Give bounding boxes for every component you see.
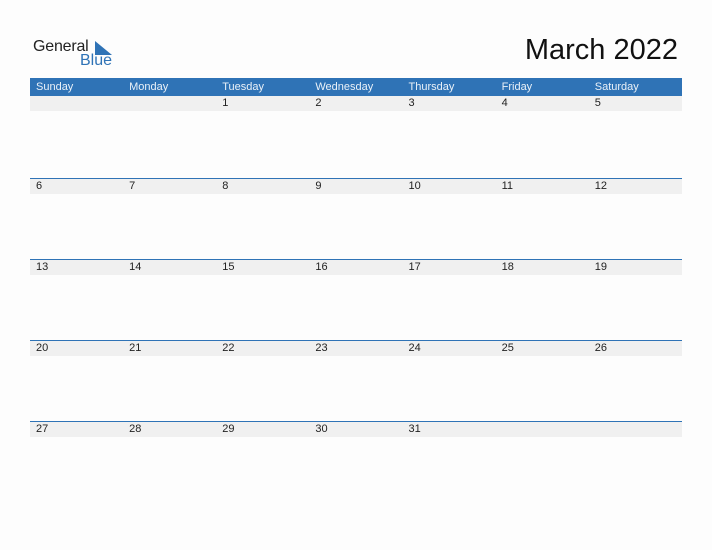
weekday-monday: Monday [129,81,169,93]
day-cell: 23 [315,342,328,354]
day-cell: 21 [129,342,142,354]
weekday-tuesday: Tuesday [222,81,265,93]
day-cell: 4 [501,97,508,109]
day-cell: 15 [222,261,235,273]
day-cell: 8 [222,180,229,192]
day-cell [123,96,216,111]
week-row: 1 2 3 4 5 [30,96,682,178]
day-cell: 17 [408,261,421,273]
day-cell: 18 [501,261,514,273]
weekday-sunday: Sunday [36,81,74,93]
day-cell: 24 [408,342,421,354]
logo-text-blue: Blue [80,52,113,69]
day-cell [30,96,123,111]
date-number-bar: 13 14 15 16 17 18 19 [30,260,682,275]
calendar-grid: Sunday Monday Tuesday Wednesday Thursday… [30,78,682,502]
week-row: 6 7 8 9 10 11 12 [30,178,682,259]
calendar-title: March 2022 [524,34,678,66]
day-cell [496,422,589,437]
date-number-bar: 27 28 29 30 31 [30,422,682,437]
day-cell: 10 [408,180,421,192]
day-cell: 13 [36,261,49,273]
weekday-saturday: Saturday [594,81,639,93]
day-cell: 19 [594,261,607,273]
day-cell: 26 [594,342,607,354]
day-cell: 31 [408,423,421,435]
week-row: 13 14 15 16 17 18 19 [30,259,682,340]
day-cell: 1 [222,97,229,109]
weekday-header: Sunday Monday Tuesday Wednesday Thursday… [30,78,682,96]
day-cell: 11 [501,180,514,192]
day-cell: 14 [129,261,142,273]
day-cell: 2 [315,97,322,109]
date-number-bar: 20 21 22 23 24 25 26 [30,341,682,356]
week-row: 20 21 22 23 24 25 26 [30,340,682,421]
date-number-bar: 1 2 3 4 5 [30,96,682,111]
day-cell: 27 [36,423,49,435]
day-cell: 29 [222,423,235,435]
day-cell: 30 [315,423,328,435]
day-cell: 28 [129,423,142,435]
date-number-bar: 6 7 8 9 10 11 12 [30,179,682,194]
weekday-friday: Friday [501,81,533,93]
week-row: 27 28 29 30 31 [30,421,682,502]
day-cell: 22 [222,342,235,354]
day-cell: 5 [594,97,601,109]
weekday-wednesday: Wednesday [315,81,374,93]
day-cell: 25 [501,342,514,354]
day-cell: 16 [315,261,328,273]
day-cell: 12 [594,180,607,192]
logo: General Blue [33,38,123,72]
weekday-thursday: Thursday [408,81,455,93]
day-cell: 6 [36,180,43,192]
day-cell: 3 [408,97,415,109]
day-cell: 9 [315,180,322,192]
day-cell: 20 [36,342,49,354]
day-cell [589,422,682,437]
day-cell: 7 [129,180,136,192]
